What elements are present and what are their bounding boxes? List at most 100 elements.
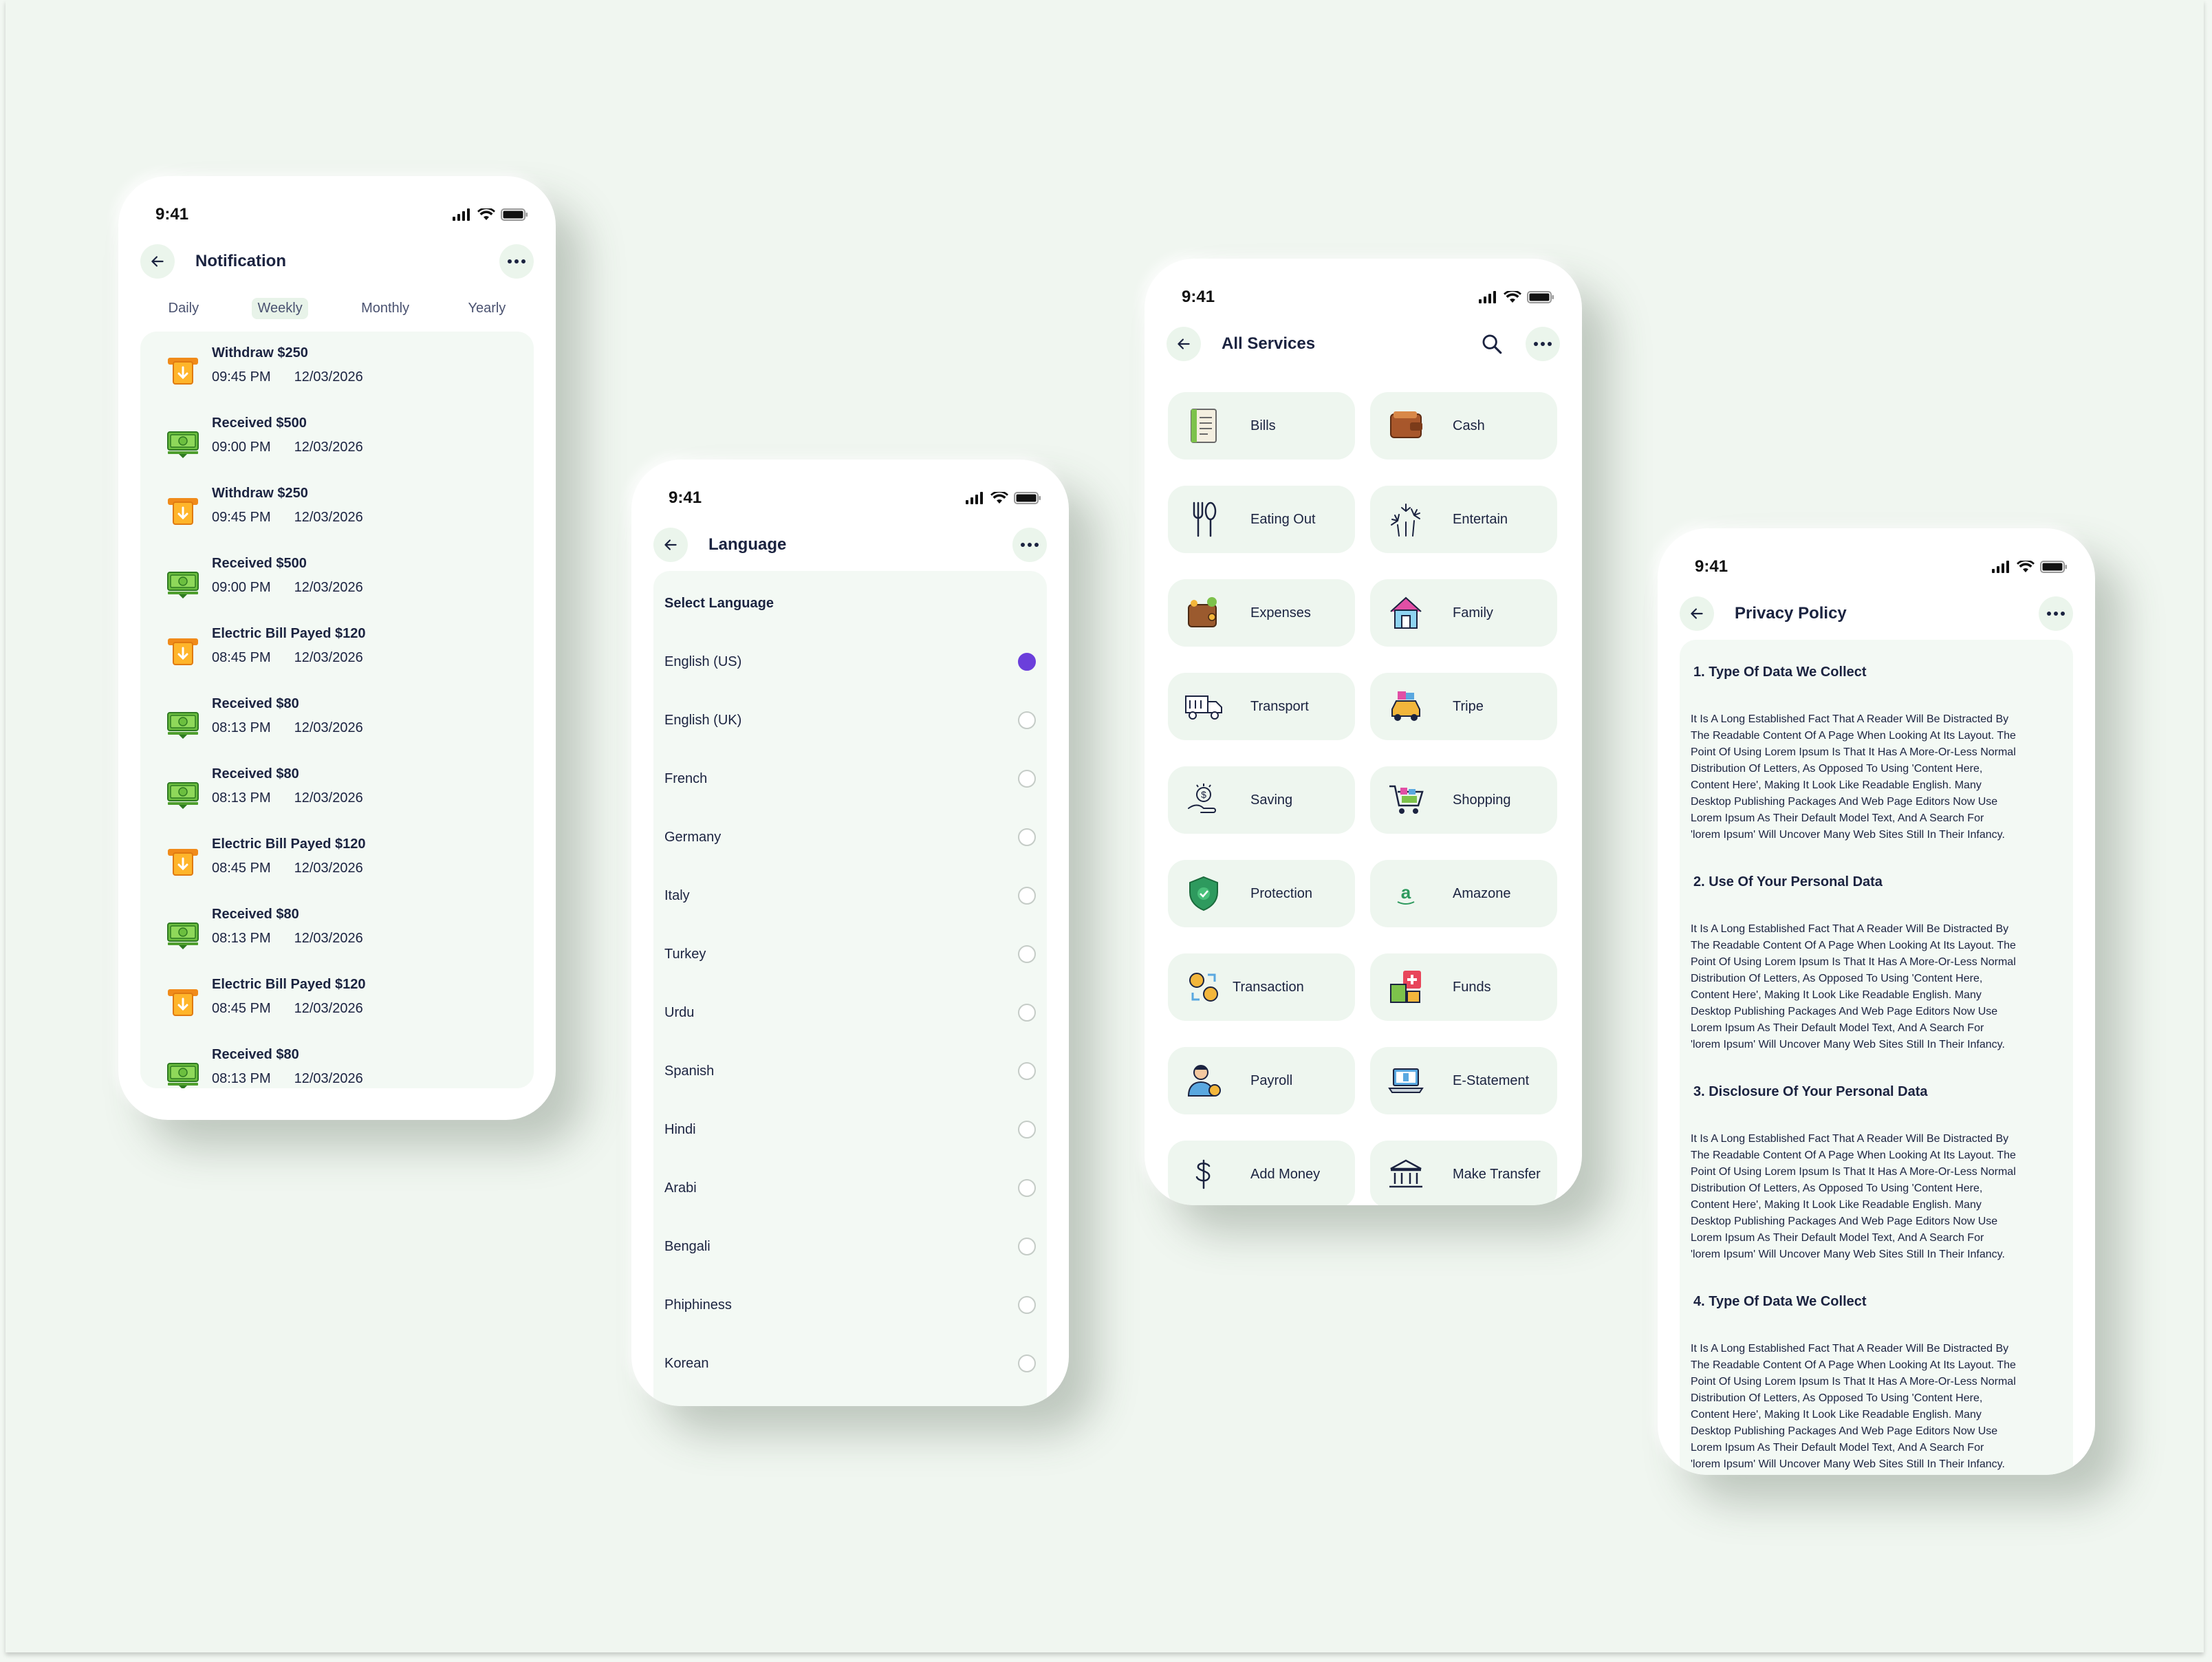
wifi-icon — [990, 492, 1008, 504]
tab-yearly[interactable]: Yearly — [462, 298, 511, 319]
status-bar: 9:41 — [155, 201, 528, 228]
language-option[interactable]: Italy — [664, 882, 1036, 909]
service-tripe[interactable]: Tripe — [1370, 673, 1557, 740]
body-line: The Readable Content Of A Page When Look… — [1691, 940, 2016, 951]
header: All Services — [1167, 325, 1560, 363]
status-time: 9:41 — [155, 205, 189, 224]
list-item[interactable]: Received $80 08:13 PM 12/03/2026 — [165, 907, 363, 962]
list-item[interactable]: Electric Bill Payed $120 08:45 PM 12/03/20… — [165, 626, 365, 681]
search-button[interactable] — [1475, 327, 1509, 361]
language-radio[interactable] — [1018, 945, 1036, 963]
more-dots-icon — [2047, 612, 2065, 616]
item-time: 08:13 PM — [212, 720, 271, 735]
back-button[interactable] — [140, 244, 175, 279]
item-text: Received $80 08:13 PM 12/03/2026 — [212, 1047, 363, 1087]
tab-weekly[interactable]: Weekly — [252, 297, 308, 319]
service-payroll[interactable]: Payroll — [1168, 1047, 1355, 1114]
list-item[interactable]: Electric Bill Payed $120 08:45 PM 12/03/20… — [165, 837, 365, 892]
item-time: 09:00 PM — [212, 580, 271, 595]
notification-list: Withdraw $250 09:45 PM 12/03/2026 Received … — [140, 332, 534, 1088]
language-label: Germany — [664, 829, 722, 845]
service-add-money[interactable]: Add Money — [1168, 1141, 1355, 1205]
body-line: Point Of Using Lorem Ipsum Is That It Ha… — [1691, 746, 2016, 758]
list-item[interactable]: Withdraw $250 09:45 PM 12/03/2026 — [165, 486, 363, 541]
list-item[interactable]: Withdraw $250 09:45 PM 12/03/2026 — [165, 345, 363, 400]
atm-withdraw-icon — [165, 985, 201, 1021]
language-screen: 9:41 Language Select Language English (U… — [631, 460, 1069, 1406]
back-button[interactable] — [1680, 596, 1714, 631]
language-radio[interactable] — [1018, 1062, 1036, 1080]
service-protection[interactable]: Protection — [1168, 860, 1355, 927]
body-line: The Readable Content Of A Page When Look… — [1691, 730, 2016, 742]
language-radio[interactable] — [1018, 1004, 1036, 1022]
body-line: The Readable Content Of A Page When Look… — [1691, 1359, 2016, 1371]
language-option[interactable]: Arabi — [664, 1174, 1036, 1202]
language-label: Hindi — [664, 1121, 696, 1137]
more-button[interactable] — [1012, 528, 1047, 562]
language-radio[interactable] — [1018, 1296, 1036, 1314]
language-option[interactable]: Urdu — [664, 999, 1036, 1026]
list-item[interactable]: Received $80 08:13 PM 12/03/2026 — [165, 766, 363, 821]
language-option[interactable]: Germany — [664, 823, 1036, 851]
tab-daily[interactable]: Daily — [163, 298, 204, 319]
list-item[interactable]: Received $80 08:13 PM 12/03/2026 — [165, 1047, 363, 1088]
service-transaction[interactable]: Transaction — [1168, 953, 1355, 1021]
language-radio[interactable] — [1018, 1121, 1036, 1138]
language-option[interactable]: Spanish — [664, 1057, 1036, 1085]
language-option[interactable]: English (UK) — [664, 706, 1036, 734]
service-saving[interactable]: $ Saving — [1168, 766, 1355, 834]
service-shopping[interactable]: Shopping — [1370, 766, 1557, 834]
service-cash[interactable]: Cash — [1370, 392, 1557, 460]
list-item[interactable]: Received $500 09:00 PM 12/03/2026 — [165, 556, 363, 611]
service-label: Transaction — [1233, 979, 1304, 995]
language-radio[interactable] — [1018, 653, 1036, 671]
language-radio[interactable] — [1018, 1355, 1036, 1372]
service-e-statement[interactable]: E-Statement — [1370, 1047, 1557, 1114]
item-time: 08:13 PM — [212, 790, 271, 806]
language-radio[interactable] — [1018, 770, 1036, 788]
item-meta: 08:45 PM 12/03/2026 — [212, 861, 365, 876]
arrow-left-icon — [1691, 608, 1703, 619]
back-button[interactable] — [1167, 327, 1201, 361]
service-make-transfer[interactable]: Make Transfer — [1370, 1141, 1557, 1205]
list-item[interactable]: Received $80 08:13 PM 12/03/2026 — [165, 696, 363, 751]
item-text: Electric Bill Payed $120 08:45 PM 12/03/20… — [212, 626, 365, 666]
item-date: 12/03/2026 — [294, 580, 363, 595]
service-label: Entertain — [1453, 511, 1508, 527]
language-radio[interactable] — [1018, 887, 1036, 905]
language-option[interactable]: Korean — [664, 1350, 1036, 1377]
language-radio[interactable] — [1018, 1238, 1036, 1255]
language-radio[interactable] — [1018, 711, 1036, 729]
item-text: Electric Bill Payed $120 08:45 PM 12/03/20… — [212, 977, 365, 1017]
language-option[interactable]: Phiphiness — [664, 1291, 1036, 1319]
language-radio[interactable] — [1018, 1179, 1036, 1197]
battery-icon — [1014, 492, 1041, 504]
more-button[interactable] — [1526, 327, 1560, 361]
list-item[interactable]: Electric Bill Payed $120 08:45 PM 12/03/20… — [165, 977, 365, 1032]
service-bills[interactable]: Bills — [1168, 392, 1355, 460]
language-option[interactable]: Bengali — [664, 1233, 1036, 1260]
service-entertain[interactable]: Entertain — [1370, 486, 1557, 553]
language-option[interactable]: Hindi — [664, 1116, 1036, 1143]
service-transport[interactable]: Transport — [1168, 673, 1355, 740]
service-family[interactable]: Family — [1370, 579, 1557, 647]
item-date: 12/03/2026 — [294, 1071, 363, 1086]
language-option[interactable]: Turkey — [664, 940, 1036, 968]
service-funds[interactable]: Funds — [1370, 953, 1557, 1021]
language-option[interactable]: French — [664, 765, 1036, 792]
back-button[interactable] — [653, 528, 688, 562]
list-item[interactable]: Received $500 09:00 PM 12/03/2026 — [165, 416, 363, 471]
service-amazone[interactable]: a Amazone — [1370, 860, 1557, 927]
service-eating-out[interactable]: Eating Out — [1168, 486, 1355, 553]
section-body: It Is A Long Established Fact That A Rea… — [1691, 711, 2062, 843]
more-button[interactable] — [499, 244, 534, 279]
more-button[interactable] — [2039, 596, 2073, 631]
tab-monthly[interactable]: Monthly — [356, 298, 415, 319]
language-radio[interactable] — [1018, 828, 1036, 846]
service-expenses[interactable]: Expenses — [1168, 579, 1355, 647]
item-date: 12/03/2026 — [294, 650, 363, 665]
body-line: The Readable Content Of A Page When Look… — [1691, 1150, 2016, 1161]
fireworks-icon — [1385, 499, 1427, 540]
arrow-left-icon — [151, 256, 164, 267]
language-option[interactable]: English (US) — [664, 648, 1036, 676]
